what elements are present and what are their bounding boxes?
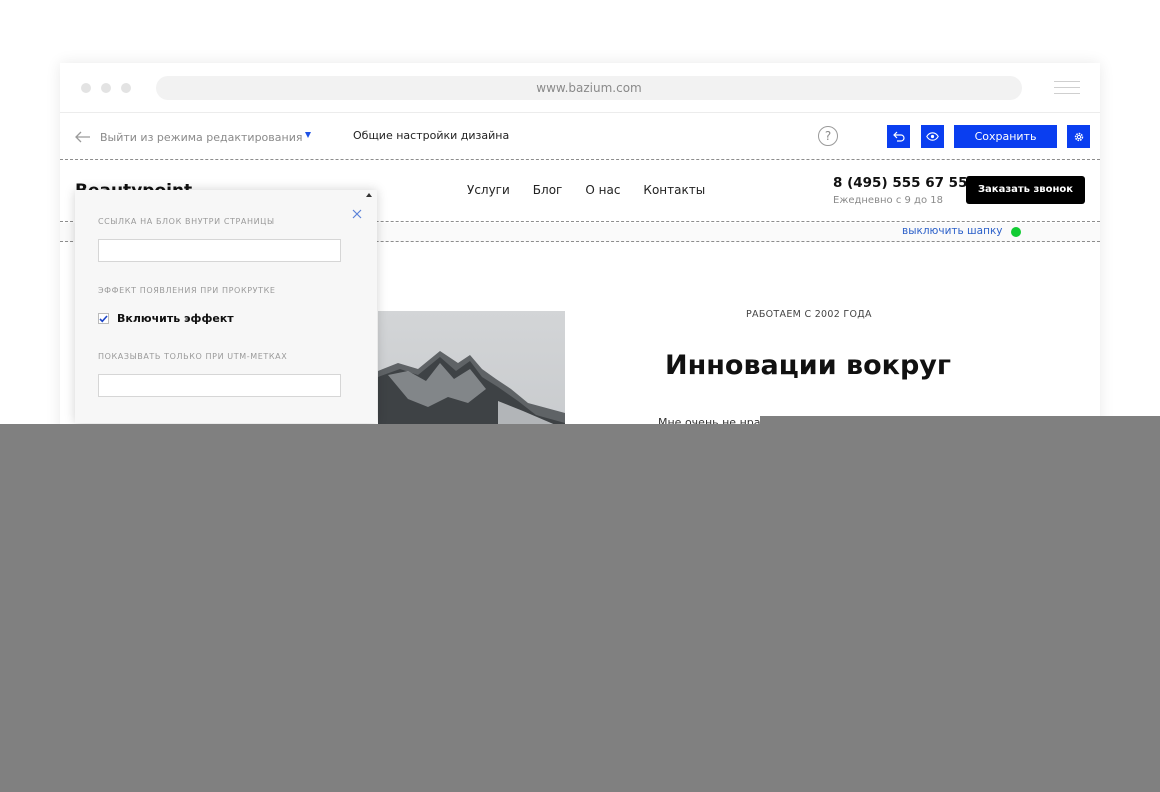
enable-effect-checkbox[interactable]: Включить эффект xyxy=(98,312,234,325)
triangle-up-icon xyxy=(366,193,372,197)
caret-down-icon[interactable] xyxy=(305,132,311,138)
nav-item-services[interactable]: Услуги xyxy=(467,183,510,197)
block-settings-panel: ССЫЛКА НА БЛОК ВНУТРИ СТРАНИЦЫ ЭФФЕКТ ПО… xyxy=(75,190,377,423)
gray-overlay xyxy=(0,424,1160,792)
nav-item-blog[interactable]: Блог xyxy=(533,183,563,197)
working-hours: Ежедневно с 9 до 18 xyxy=(833,195,943,206)
preview-button[interactable] xyxy=(921,125,944,148)
utm-only-label: ПОКАЗЫВАТЬ ТОЛЬКО ПРИ UTM-МЕТКАХ xyxy=(98,352,288,361)
editor-toolbar: Выйти из режима редактирования Общие нас… xyxy=(60,114,1100,160)
status-dot-icon xyxy=(1011,227,1021,237)
address-bar[interactable]: www.bazium.com xyxy=(156,76,1022,100)
order-call-button[interactable]: Заказать звонок xyxy=(966,176,1085,204)
hero-since-label: РАБОТАЕМ С 2002 ГОДА xyxy=(746,309,872,320)
exit-edit-mode-label: Выйти из режима редактирования xyxy=(100,130,303,144)
window-dot-icon xyxy=(81,83,91,93)
window-dot-icon xyxy=(121,83,131,93)
phone-number[interactable]: 8 (495) 555 67 55 xyxy=(833,175,967,191)
window-dot-icon xyxy=(101,83,111,93)
nav-item-contacts[interactable]: Контакты xyxy=(643,183,705,197)
enable-effect-label: Включить эффект xyxy=(117,312,234,325)
nav-item-about[interactable]: О нас xyxy=(585,183,620,197)
design-settings-link[interactable]: Общие настройки дизайна xyxy=(353,129,509,142)
anchor-link-input[interactable] xyxy=(98,239,341,262)
exit-edit-mode-link[interactable]: Выйти из режима редактирования xyxy=(74,128,302,146)
eye-icon xyxy=(926,132,939,141)
browser-chrome: www.bazium.com xyxy=(60,63,1100,113)
disable-header-link[interactable]: выключить шапку xyxy=(902,225,1003,237)
help-icon[interactable]: ? xyxy=(818,126,838,146)
hero-title: Инновации вокруг xyxy=(665,350,952,381)
utm-input[interactable] xyxy=(98,374,341,397)
arrow-left-icon xyxy=(75,131,90,143)
undo-icon xyxy=(892,131,905,142)
checkbox-box[interactable] xyxy=(98,313,109,324)
gear-icon xyxy=(1074,132,1083,141)
undo-button[interactable] xyxy=(887,125,910,148)
site-nav: Услуги Блог О нас Контакты xyxy=(467,183,728,197)
close-icon[interactable] xyxy=(352,204,362,223)
checkmark-icon xyxy=(99,314,108,322)
scroll-effect-label: ЭФФЕКТ ПОЯВЛЕНИЯ ПРИ ПРОКРУТКЕ xyxy=(98,286,276,295)
settings-button[interactable] xyxy=(1067,125,1090,148)
anchor-link-label: ССЫЛКА НА БЛОК ВНУТРИ СТРАНИЦЫ xyxy=(98,217,275,226)
save-button[interactable]: Сохранить xyxy=(954,125,1057,148)
hamburger-menu-icon[interactable] xyxy=(1054,81,1080,95)
